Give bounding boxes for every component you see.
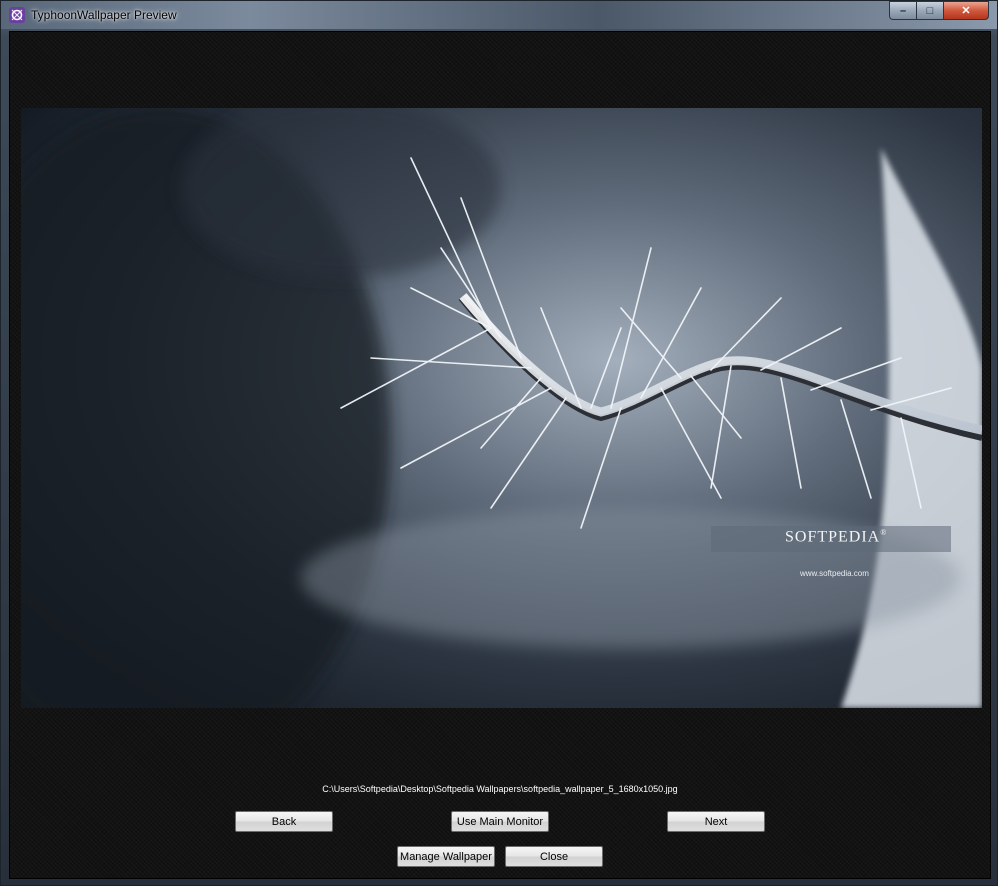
file-path-label: C:\Users\Softpedia\Desktop\Softpedia Wal… (322, 784, 678, 794)
preview-window: TyphoonWallpaper Preview – □ ✕ SOFTPEDIA… (0, 0, 998, 886)
softpedia-logo: SOFTPEDIA® (785, 528, 887, 546)
close-window-button[interactable]: ✕ (943, 1, 989, 20)
brand-text: SOFTPEDIA (785, 528, 881, 546)
wallpaper-preview-image: SOFTPEDIA® www.softpedia.com (21, 108, 982, 708)
minimize-button[interactable]: – (889, 1, 916, 20)
maximize-icon: □ (926, 4, 934, 17)
next-button[interactable]: Next (667, 811, 765, 832)
window-title: TyphoonWallpaper Preview (31, 8, 177, 22)
use-main-monitor-button[interactable]: Use Main Monitor (451, 811, 549, 832)
typhoon-app-icon[interactable] (9, 7, 25, 23)
client-area: SOFTPEDIA® www.softpedia.com C:\Users\So… (9, 31, 991, 879)
window-controls: – □ ✕ (889, 1, 989, 21)
minimize-icon: – (899, 4, 907, 17)
frost-branch-illustration (21, 108, 982, 708)
close-button[interactable]: Close (505, 846, 603, 867)
brand-registered-mark: ® (880, 528, 888, 537)
brand-url: www.softpedia.com (800, 569, 869, 578)
title-bar[interactable]: TyphoonWallpaper Preview – □ ✕ (1, 1, 997, 29)
manage-wallpaper-button[interactable]: Manage Wallpaper (397, 846, 495, 867)
back-button[interactable]: Back (235, 811, 333, 832)
maximize-button[interactable]: □ (916, 1, 943, 20)
close-icon: ✕ (961, 5, 971, 17)
